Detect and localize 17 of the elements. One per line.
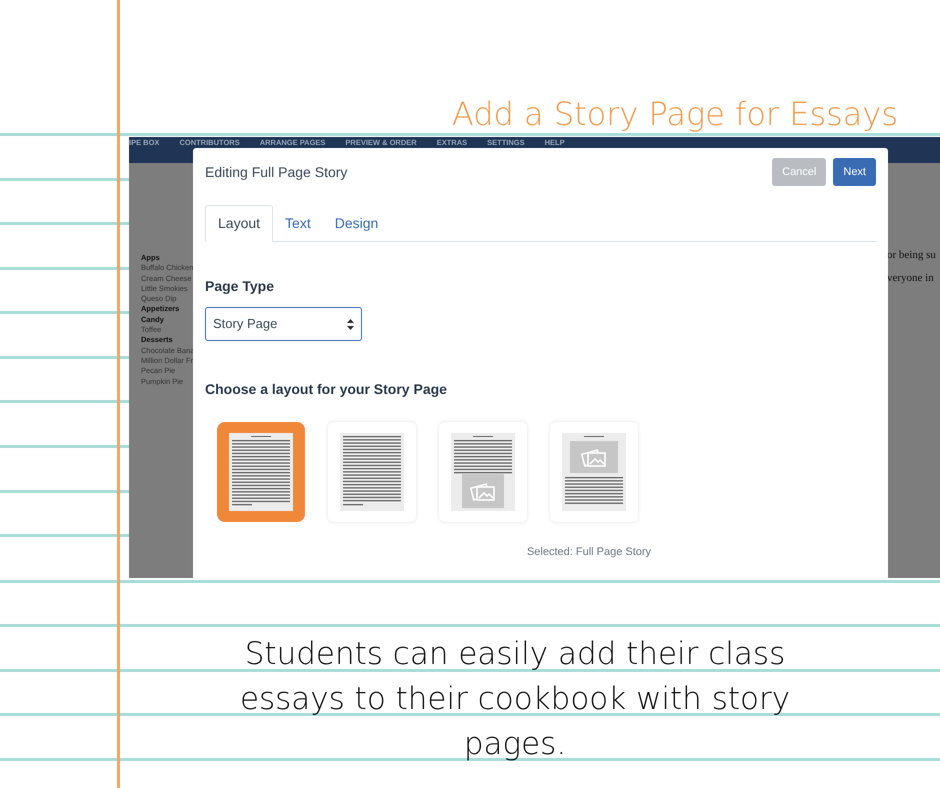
body-text-line: veryone in	[887, 271, 935, 286]
section-heading: Choose a layout for your Story Page	[205, 380, 448, 399]
tab[interactable]: Layout	[205, 205, 274, 242]
caption-text: Students can easily add their class essays to their cookbook with story pages.	[238, 635, 792, 764]
layout-option[interactable]	[217, 422, 305, 522]
page-type-select[interactable]: Story Page	[205, 307, 362, 341]
tab[interactable]: Design	[322, 205, 390, 241]
layout-option[interactable]	[550, 422, 638, 522]
field-label: Page Type	[205, 277, 275, 296]
selection-status: Selected: Full Page Story	[526, 546, 652, 558]
sort-arrows-icon	[347, 318, 354, 330]
page-title: Add a Story Page for Essays	[452, 96, 898, 132]
tab[interactable]: Text	[273, 205, 323, 241]
layout-option[interactable]	[439, 422, 527, 522]
layout-option[interactable]	[328, 422, 416, 522]
dialog-title: Editing Full Page Story	[205, 162, 348, 182]
next-button[interactable]: Next	[833, 158, 876, 186]
